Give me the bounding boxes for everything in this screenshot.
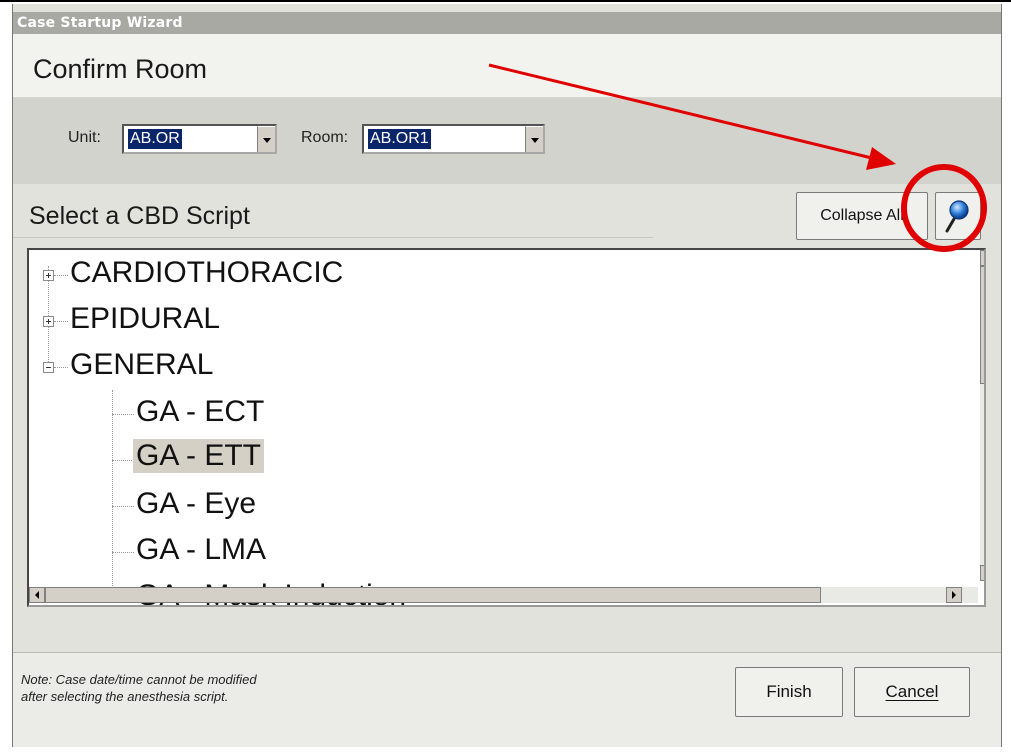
annotation-overlay bbox=[488, 63, 987, 252]
annotation-arrowhead bbox=[866, 147, 896, 170]
annotation-circle bbox=[901, 164, 987, 252]
annotation-arrow-line bbox=[488, 63, 881, 162]
